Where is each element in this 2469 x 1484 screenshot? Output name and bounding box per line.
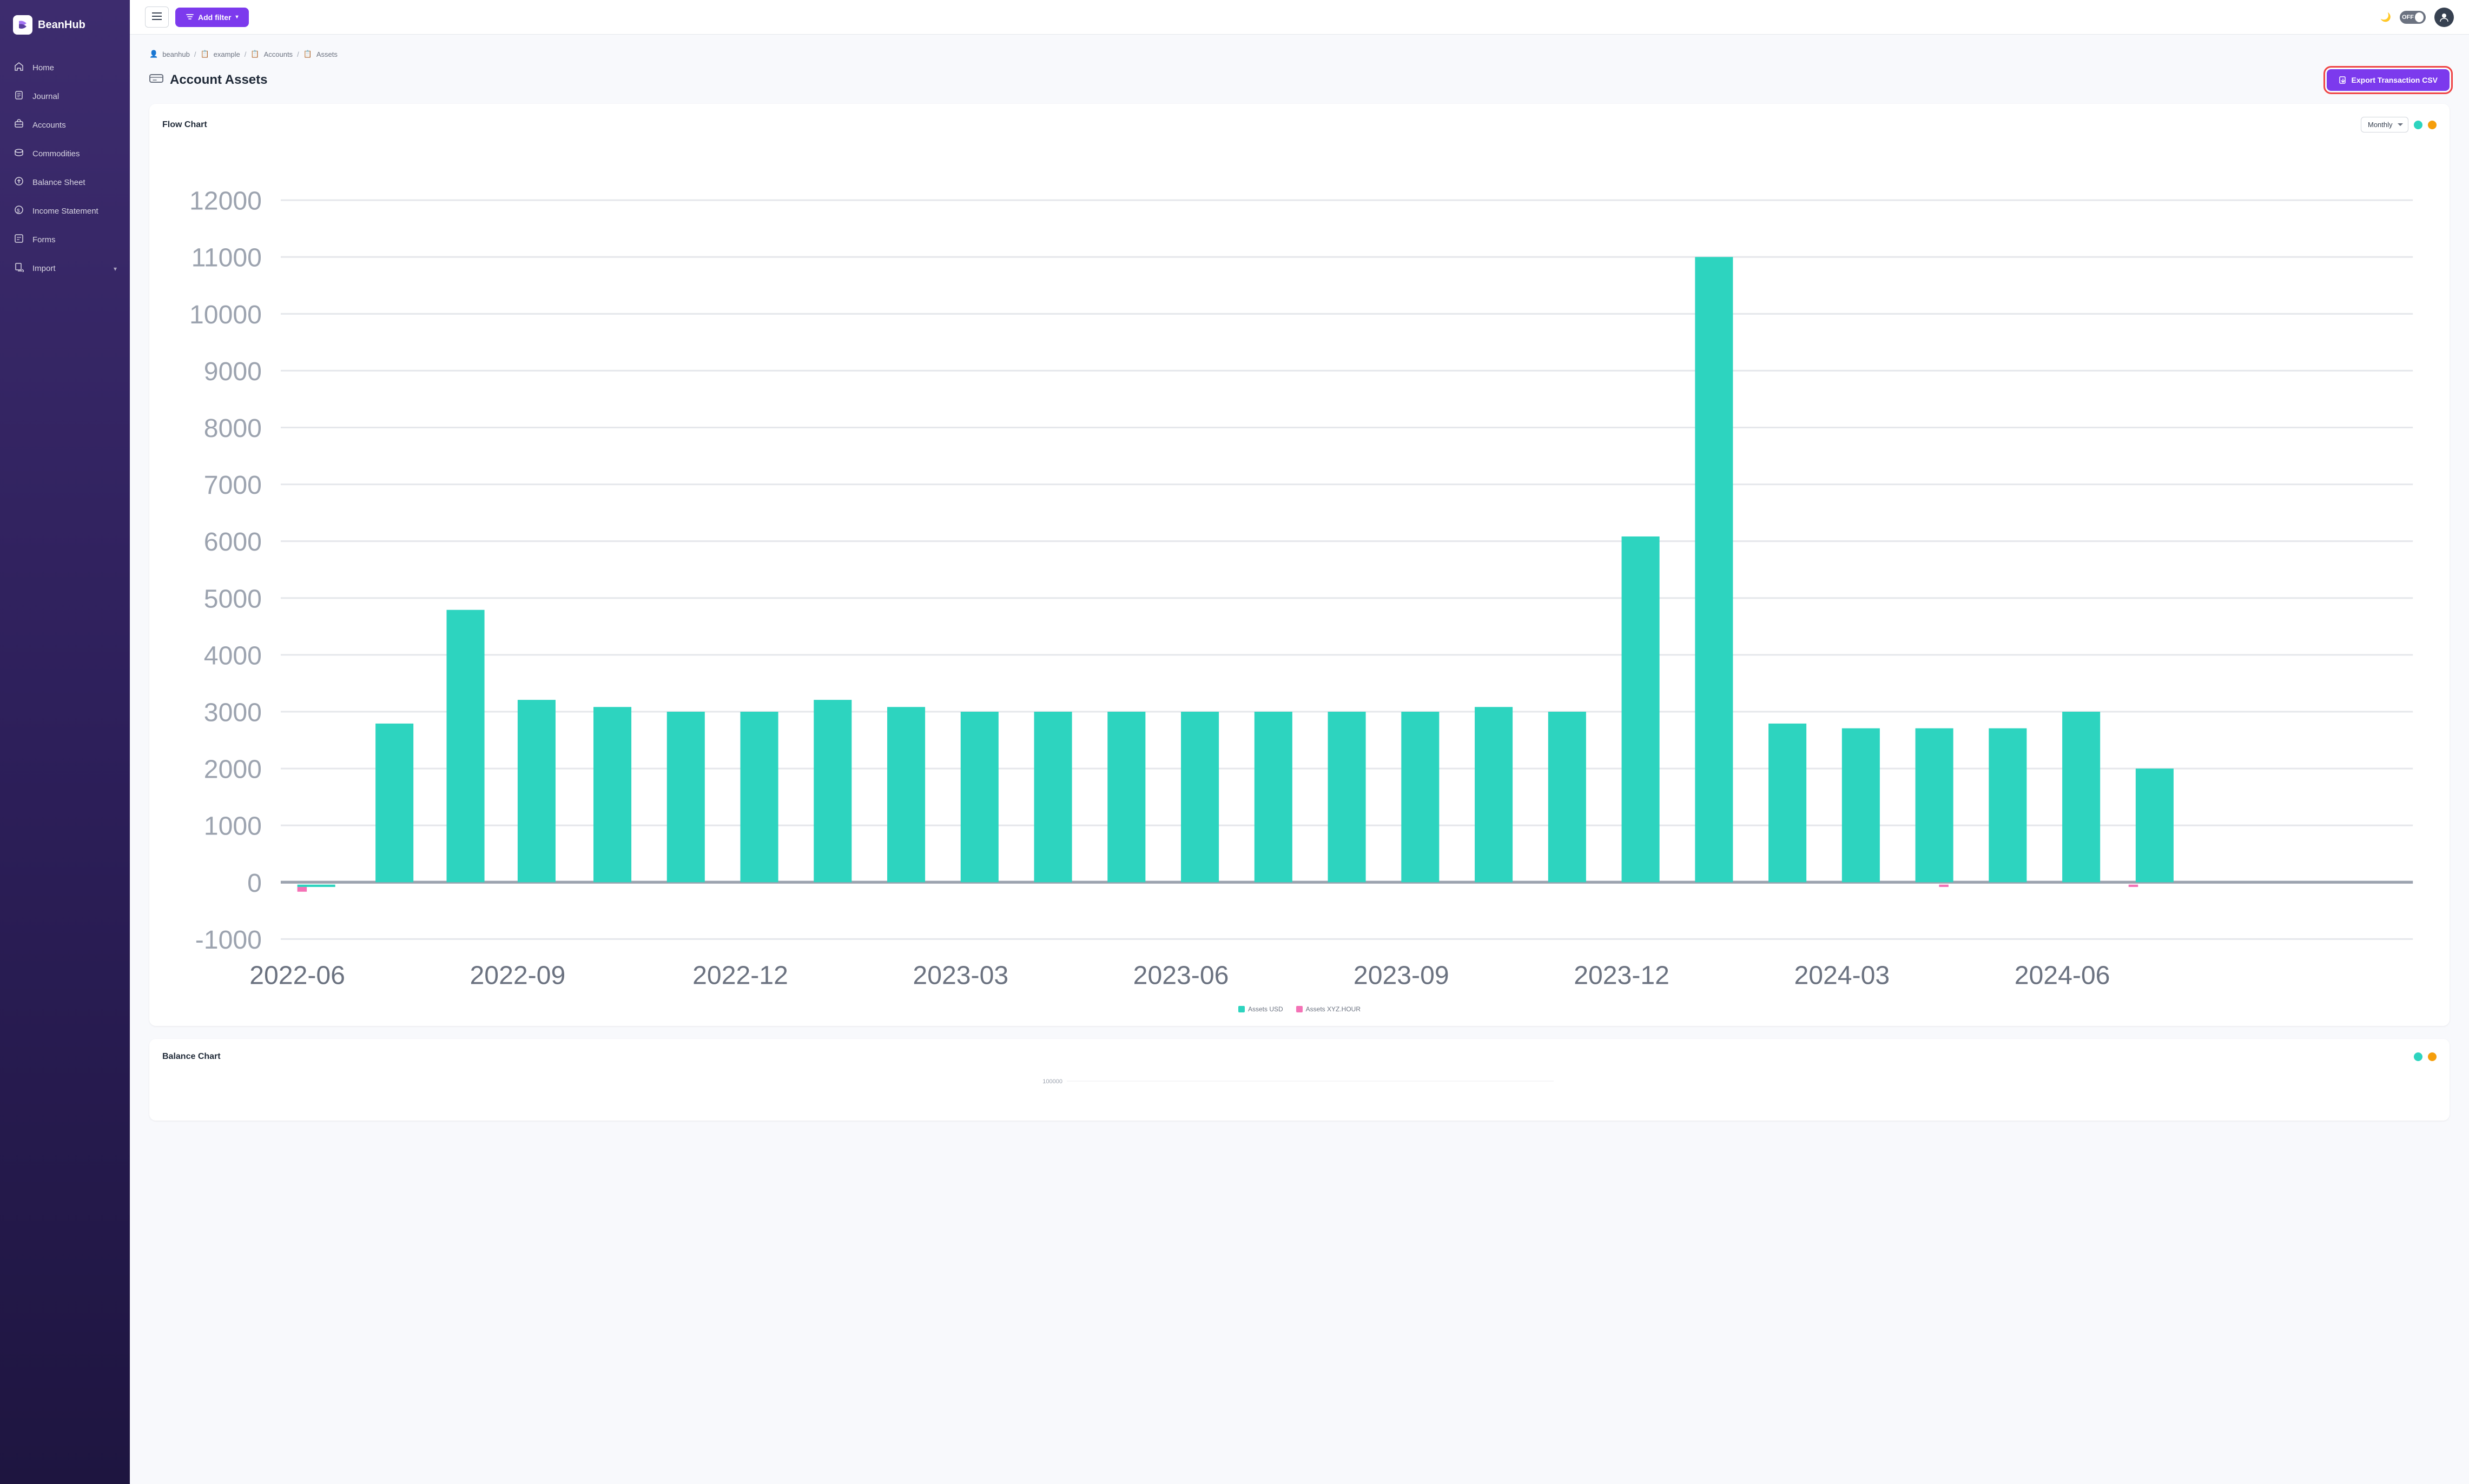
breadcrumb-assets-icon: 📋 — [303, 50, 312, 58]
journal-icon — [13, 90, 25, 103]
page-title-icon — [149, 72, 163, 88]
svg-text:10000: 10000 — [189, 300, 262, 329]
flow-chart-title: Flow Chart — [162, 120, 207, 130]
svg-text:5000: 5000 — [204, 584, 262, 613]
sidebar-item-import-label: Import — [32, 264, 56, 273]
svg-text:2000: 2000 — [204, 755, 262, 784]
svg-text:-1000: -1000 — [195, 925, 262, 955]
svg-text:3000: 3000 — [204, 698, 262, 727]
svg-text:100000: 100000 — [1042, 1078, 1062, 1085]
chevron-down-icon: ▾ — [235, 14, 238, 20]
user-avatar[interactable] — [2434, 8, 2454, 27]
balance-chart-title: Balance Chart — [162, 1052, 221, 1062]
legend-color-assets-xyz — [1296, 1006, 1303, 1012]
balance-chart-partial-svg: 100000 — [162, 1072, 2437, 1105]
legend-item-assets-usd: Assets USD — [1238, 1005, 1283, 1013]
breadcrumb-beanhub[interactable]: beanhub — [162, 50, 190, 58]
svg-text:6000: 6000 — [204, 527, 262, 556]
svg-text:1000: 1000 — [204, 812, 262, 841]
sidebar-item-journal[interactable]: Journal — [0, 83, 130, 110]
app-logo-icon — [13, 15, 32, 35]
sidebar-item-home[interactable]: Home — [0, 54, 130, 82]
sidebar-item-commodities[interactable]: Commodities — [0, 140, 130, 168]
svg-text:12000: 12000 — [189, 187, 262, 216]
balance-sheet-icon — [13, 176, 25, 189]
breadcrumb-accounts[interactable]: Accounts — [264, 50, 293, 58]
sidebar-item-forms-label: Forms — [32, 235, 56, 244]
topbar: Add filter ▾ 🌙 OFF — [130, 0, 2469, 35]
accounts-icon — [13, 119, 25, 131]
sidebar-nav: Home Journal Accounts Commodities — [0, 50, 130, 287]
flow-chart-svg: 12000 11000 10000 9000 8000 7000 6000 50… — [162, 143, 2437, 996]
forms-icon — [13, 234, 25, 246]
main-area: Add filter ▾ 🌙 OFF 👤 beanhub / 📋 example… — [130, 0, 2469, 1484]
balance-legend-dot-yellow — [2428, 1052, 2437, 1061]
svg-text:2022-12: 2022-12 — [692, 961, 788, 990]
balance-legend-dot-teal — [2414, 1052, 2422, 1061]
flow-chart-svg-container: 12000 11000 10000 9000 8000 7000 6000 50… — [162, 143, 2437, 999]
page-title: Account Assets — [149, 72, 268, 88]
legend-dot-yellow — [2428, 121, 2437, 129]
svg-text:2024-03: 2024-03 — [1794, 961, 1890, 990]
sidebar-item-commodities-label: Commodities — [32, 149, 80, 158]
sidebar-item-balance-sheet[interactable]: Balance Sheet — [0, 169, 130, 196]
import-icon — [13, 262, 25, 275]
sidebar-logo: BeanHub — [0, 0, 130, 50]
content-area: 👤 beanhub / 📋 example / 📋 Accounts / 📋 A… — [130, 35, 2469, 1484]
sidebar-item-income-statement-label: Income Statement — [32, 207, 98, 216]
export-transaction-csv-button[interactable]: Export Transaction CSV — [2327, 69, 2450, 91]
svg-text:8000: 8000 — [204, 414, 262, 443]
sidebar-item-balance-sheet-label: Balance Sheet — [32, 178, 85, 187]
income-statement-icon: $ — [13, 205, 25, 217]
flow-chart-card: Flow Chart Monthly Yearly Weekly 12000 1 — [149, 104, 2450, 1026]
svg-text:4000: 4000 — [204, 641, 262, 670]
page-header: Account Assets Export Transaction CSV — [149, 69, 2450, 91]
breadcrumb-example-icon: 📋 — [200, 50, 209, 58]
svg-text:2023-09: 2023-09 — [1354, 961, 1449, 990]
sidebar-item-import[interactable]: Import ▾ — [0, 255, 130, 282]
sidebar: BeanHub Home Journal Accounts — [0, 0, 130, 1484]
svg-text:2023-03: 2023-03 — [913, 961, 1008, 990]
breadcrumb-assets[interactable]: Assets — [316, 50, 338, 58]
sidebar-item-journal-label: Journal — [32, 92, 59, 101]
sidebar-item-accounts-label: Accounts — [32, 121, 66, 130]
sidebar-item-home-label: Home — [32, 63, 54, 72]
add-filter-button[interactable]: Add filter ▾ — [175, 8, 249, 27]
sidebar-item-forms[interactable]: Forms — [0, 226, 130, 254]
sidebar-item-income-statement[interactable]: $ Income Statement — [0, 197, 130, 225]
legend-color-assets-usd — [1238, 1006, 1245, 1012]
svg-text:2022-09: 2022-09 — [470, 961, 566, 990]
svg-text:2022-06: 2022-06 — [249, 961, 345, 990]
breadcrumb-accounts-icon: 📋 — [250, 50, 259, 58]
breadcrumb-user-icon: 👤 — [149, 50, 158, 58]
legend-item-assets-xyz: Assets XYZ.HOUR — [1296, 1005, 1361, 1013]
commodities-icon — [13, 148, 25, 160]
svg-text:0: 0 — [247, 869, 262, 898]
svg-text:11000: 11000 — [192, 243, 262, 273]
svg-text:$: $ — [17, 208, 20, 214]
app-name: BeanHub — [38, 19, 85, 31]
balance-chart-card: Balance Chart 100000 — [149, 1039, 2450, 1121]
chevron-down-icon: ▾ — [114, 265, 117, 273]
svg-text:7000: 7000 — [204, 471, 262, 500]
svg-text:2023-12: 2023-12 — [1574, 961, 1669, 990]
moon-icon: 🌙 — [2380, 12, 2391, 23]
svg-text:2023-06: 2023-06 — [1133, 961, 1229, 990]
sidebar-item-accounts[interactable]: Accounts — [0, 111, 130, 139]
flow-chart-legend: Assets USD Assets XYZ.HOUR — [162, 1005, 2437, 1013]
legend-dot-teal — [2414, 121, 2422, 129]
menu-button[interactable] — [145, 6, 169, 28]
period-select[interactable]: Monthly Yearly Weekly — [2361, 117, 2408, 132]
svg-text:2024-06: 2024-06 — [2015, 961, 2110, 990]
dark-mode-toggle[interactable]: OFF — [2400, 11, 2426, 24]
home-icon — [13, 62, 25, 74]
breadcrumb-example[interactable]: example — [214, 50, 240, 58]
svg-text:9000: 9000 — [204, 357, 262, 386]
breadcrumb: 👤 beanhub / 📋 example / 📋 Accounts / 📋 A… — [149, 50, 2450, 58]
